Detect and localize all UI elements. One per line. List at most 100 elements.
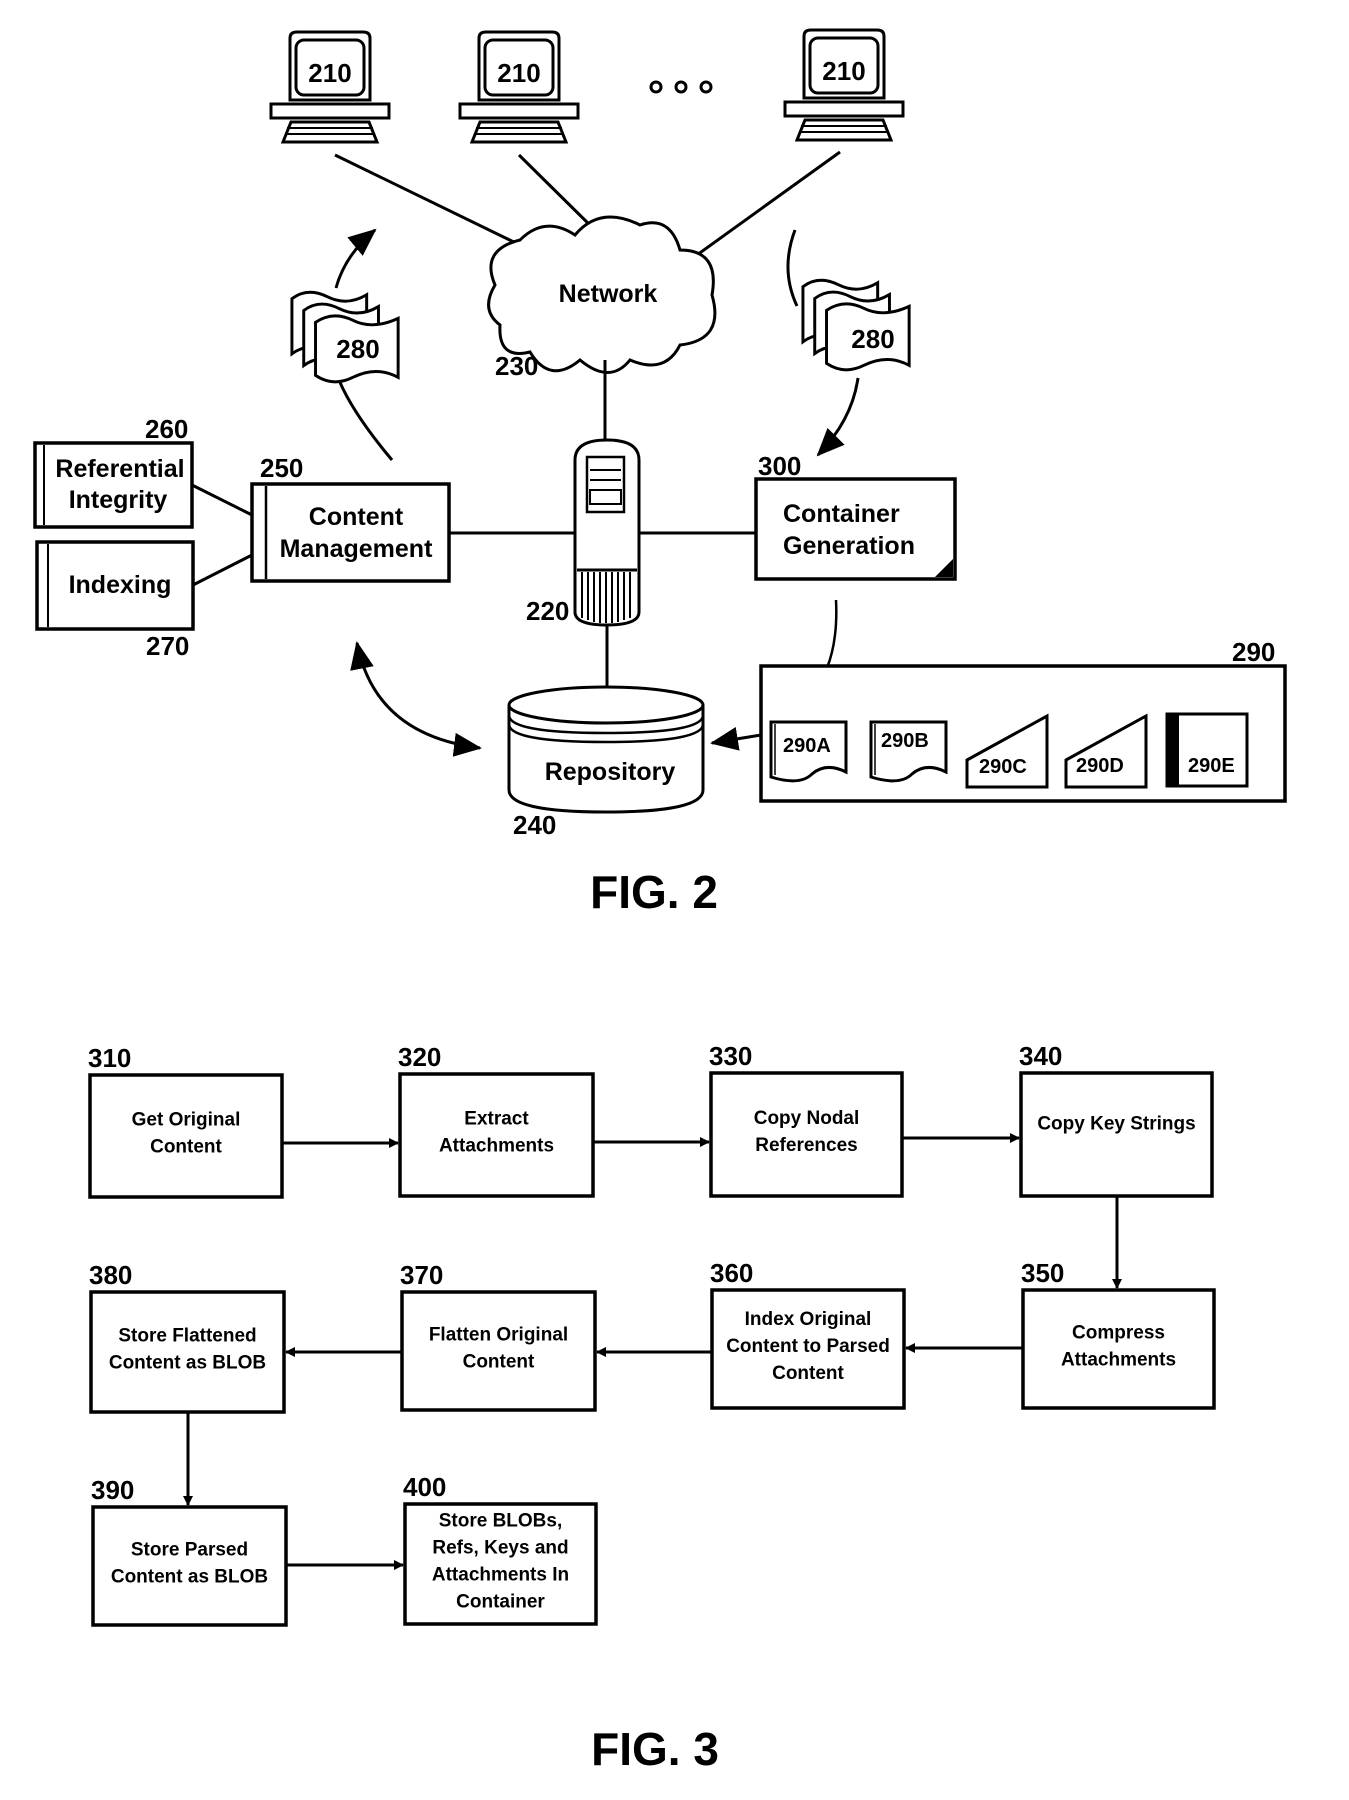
more-clients-ellipsis — [649, 80, 713, 94]
step-label-line: Copy Key Strings — [1037, 1113, 1195, 1134]
container-label: 290D — [1076, 755, 1124, 777]
step-label-line: Copy Nodal — [754, 1108, 860, 1129]
server-ref: 220 — [526, 596, 569, 626]
client-ref-label: 210 — [308, 58, 351, 88]
container-gen-containers-link — [825, 599, 838, 669]
network-cloud[interactable]: Network — [487, 215, 717, 374]
documents-left[interactable]: 280 — [290, 290, 400, 384]
step-ref: 310 — [88, 1043, 131, 1073]
step-label-line: Content to Parsed — [726, 1336, 890, 1357]
content-mgmt-repository-arrow — [350, 641, 482, 757]
step-label-line: Content as BLOB — [111, 1566, 268, 1587]
content-mgmt-doc-link — [335, 374, 394, 461]
repository-database[interactable]: Repository — [507, 685, 705, 814]
network-doc-link — [786, 229, 799, 307]
step-ref: 360 — [710, 1258, 753, 1288]
flow-step-330[interactable]: 330 Copy Nodal References — [709, 1041, 904, 1198]
containers-ref: 290 — [1232, 637, 1275, 667]
step-label-line: Store Parsed — [131, 1539, 248, 1560]
repository-ref: 240 — [513, 810, 556, 840]
container-label: 290A — [783, 735, 831, 757]
indexing-ref: 270 — [146, 631, 189, 661]
indexing-box[interactable]: Indexing — [35, 540, 195, 631]
flow-step-310[interactable]: 310 Get Original Content — [88, 1043, 284, 1199]
client-ref-label: 210 — [497, 58, 540, 88]
content-management-ref: 250 — [260, 453, 303, 483]
figure-2: 210 210 210 Network 230 220 Repository 2… — [33, 28, 1287, 918]
documents-ref: 280 — [336, 334, 379, 364]
client-computer-3[interactable]: 210 — [783, 28, 905, 142]
container-bar — [1167, 714, 1179, 786]
server-tower[interactable] — [573, 438, 641, 627]
step-label-line: Store BLOBs, — [439, 1510, 563, 1531]
step-label-line: Content — [150, 1136, 222, 1157]
step-label-line: Attachments In — [432, 1564, 569, 1585]
container-generation-box[interactable]: Container Generation — [754, 477, 957, 581]
container-label: 290C — [979, 756, 1027, 778]
flow-step-340[interactable]: 340 Copy Key Strings — [1019, 1041, 1214, 1198]
step-label-line: Extract — [464, 1108, 529, 1129]
step-label-line: Get Original — [132, 1109, 241, 1130]
step-ref: 320 — [398, 1042, 441, 1072]
step-label-line: Store Flattened — [118, 1325, 256, 1346]
client-computer-1[interactable]: 210 — [269, 30, 391, 144]
documents-to-container-gen-arrow — [816, 377, 860, 457]
documents-right[interactable]: 280 — [801, 278, 911, 372]
step-ref: 380 — [89, 1260, 132, 1290]
server-slot — [589, 489, 622, 505]
figure-3-caption: FIG. 3 — [591, 1723, 719, 1775]
network-label: Network — [559, 280, 658, 308]
container-generation-ref: 300 — [758, 451, 801, 481]
documents-to-clients-arrow — [334, 228, 377, 289]
step-label-line: Compress — [1072, 1322, 1165, 1343]
patent-figures: 210 210 210 Network 230 220 Repository 2… — [33, 28, 1287, 1775]
containers-to-repository-arrow — [710, 726, 762, 751]
step-label-line: Refs, Keys and — [432, 1537, 568, 1558]
step-ref: 370 — [400, 1260, 443, 1290]
step-label-line: Attachments — [1061, 1349, 1176, 1370]
step-ref: 400 — [403, 1472, 446, 1502]
indexing-label: Indexing — [69, 571, 172, 599]
container-label: 290E — [1188, 755, 1235, 777]
step-label-line: Content — [463, 1351, 535, 1372]
flow-step-320[interactable]: 320 Extract Attachments — [398, 1042, 595, 1198]
database-top — [507, 685, 705, 725]
step-label-line: Content as BLOB — [109, 1352, 266, 1373]
referential-integrity-ref: 260 — [145, 414, 188, 444]
flow-step-400[interactable]: 400 Store BLOBs, Refs, Keys and Attachments… — [403, 1472, 598, 1626]
content-management-label-line2: Management — [280, 535, 433, 563]
referential-integrity-label-line2: Integrity — [69, 486, 168, 514]
step-ref: 330 — [709, 1041, 752, 1071]
ellipsis-dot — [674, 80, 688, 94]
ref-integrity-content-mgmt-link — [191, 483, 253, 517]
client-3-network-link — [689, 150, 841, 262]
container-generation-label-line2: Generation — [783, 532, 915, 560]
container-generation-label-line1: Container — [783, 500, 900, 528]
step-box — [1019, 1071, 1214, 1198]
step-label-line: References — [755, 1135, 857, 1156]
flow-step-370[interactable]: 370 Flatten Original Content — [400, 1260, 597, 1412]
step-ref: 340 — [1019, 1041, 1062, 1071]
referential-integrity-box[interactable]: Referential Integrity — [33, 441, 194, 529]
documents-ref: 280 — [851, 324, 894, 354]
indexing-content-mgmt-link — [192, 553, 253, 587]
content-management-label-line1: Content — [309, 503, 404, 531]
step-ref: 350 — [1021, 1258, 1064, 1288]
step-label-line: Content — [772, 1363, 844, 1384]
containers-group[interactable]: 290 290A 290B 290C 290D 290E — [759, 637, 1287, 803]
box-outline — [250, 482, 451, 583]
content-management-box[interactable]: Content Management — [250, 482, 451, 583]
step-label-line: Attachments — [439, 1135, 554, 1156]
box-outline — [754, 477, 957, 581]
flow-step-360[interactable]: 360 Index Original Content to Parsed Conten… — [710, 1258, 906, 1410]
step-ref: 390 — [91, 1475, 134, 1505]
flow-step-380[interactable]: 380 Store Flattened Content as BLOB — [89, 1260, 286, 1414]
figure-3: 310 Get Original Content 320 Extract Attachme… — [88, 1041, 1216, 1775]
repository-label: Repository — [545, 758, 676, 786]
network-ref: 230 — [495, 351, 538, 381]
client-ref-label: 210 — [822, 56, 865, 86]
container-290e[interactable]: 290E — [1165, 712, 1249, 788]
ellipsis-dot — [699, 80, 713, 94]
figure-2-caption: FIG. 2 — [590, 866, 718, 918]
client-computer-2[interactable]: 210 — [458, 30, 580, 144]
